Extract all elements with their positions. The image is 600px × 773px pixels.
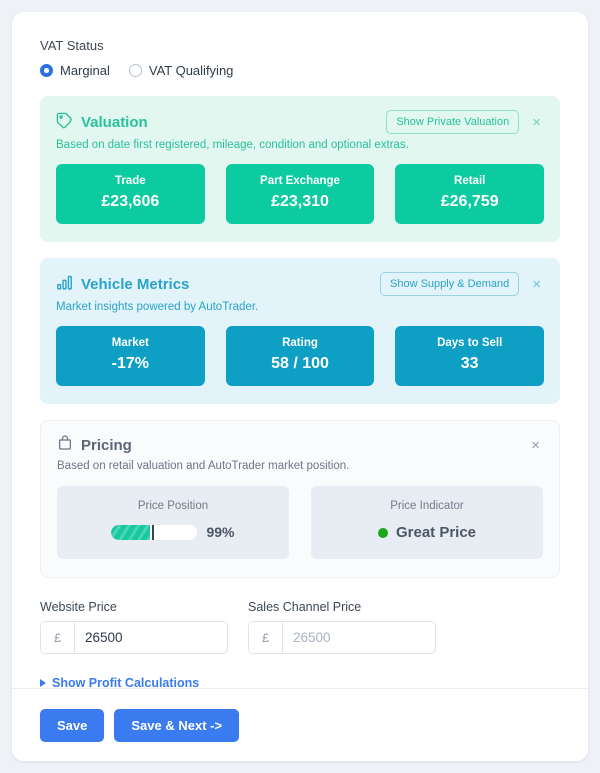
vehicle-metrics-subtitle: Market insights powered by AutoTrader. [56, 301, 259, 313]
show-supply-demand-button[interactable]: Show Supply & Demand [380, 272, 520, 296]
valuation-card-retail-label: Retail [454, 175, 486, 187]
valuation-close-icon[interactable]: × [529, 113, 544, 132]
valuation-cards: Trade £23,606 Part Exchange £23,310 Reta… [56, 164, 545, 224]
pricing-subtitle: Based on retail valuation and AutoTrader… [57, 460, 350, 472]
bar-chart-icon [56, 274, 73, 295]
price-position-percent: 99% [206, 524, 235, 540]
price-indicator-value: Great Price [395, 524, 477, 541]
price-indicator-box: Price Indicator Great Price [311, 486, 543, 559]
radio-marginal-label[interactable]: Marginal [60, 63, 110, 78]
bag-icon [57, 435, 73, 455]
vehicle-metrics-title: Vehicle Metrics [81, 275, 190, 293]
valuation-card-part-exchange: Part Exchange £23,310 [225, 164, 375, 224]
radio-marginal[interactable] [40, 64, 53, 77]
vat-status-label: VAT Status [40, 38, 104, 53]
price-indicator-dot-icon [377, 527, 388, 538]
metrics-card-days-to-sell-value: 33 [460, 355, 479, 372]
valuation-card-part-exchange-value: £23,310 [271, 193, 329, 210]
valuation-card-trade: Trade £23,606 [56, 164, 205, 224]
sales-channel-price-currency-icon: £ [249, 622, 283, 653]
valuation-panel: Valuation Show Private Valuation × Based… [40, 96, 560, 242]
metrics-card-rating-value: 58 / 100 [271, 355, 329, 372]
metrics-card-rating-label: Rating [282, 337, 318, 349]
valuation-header: Valuation Show Private Valuation × [56, 110, 544, 134]
website-price-field: Website Price £ [40, 600, 228, 654]
vehicle-metrics-cards: Market -17% Rating 58 / 100 Days to Sell… [56, 326, 545, 386]
pricing-close-icon[interactable]: × [528, 436, 543, 455]
vehicle-metrics-close-icon[interactable]: × [529, 275, 544, 294]
vehicle-metrics-header: Vehicle Metrics Show Supply & Demand × [56, 272, 544, 296]
price-inputs-row: Website Price £ Sales Channel Price £ [40, 600, 560, 654]
radio-vat-qualifying-label[interactable]: VAT Qualifying [149, 63, 234, 78]
valuation-card-retail: Retail £26,759 [395, 164, 545, 224]
sales-channel-price-input[interactable] [283, 622, 435, 653]
radio-vat-qualifying[interactable] [128, 64, 142, 77]
metrics-card-days-to-sell: Days to Sell 33 [395, 326, 545, 386]
price-position-gauge-wrap: 99% [67, 524, 279, 540]
sales-channel-price-field: Sales Channel Price £ [248, 600, 436, 654]
valuation-title: Valuation [81, 113, 148, 131]
sales-channel-price-label: Sales Channel Price [248, 600, 362, 614]
vat-status-radio-group: Marginal VAT Qualifying [40, 63, 560, 78]
metrics-card-market: Market -17% [56, 326, 205, 386]
vehicle-metrics-header-actions: Show Supply & Demand × [380, 272, 544, 296]
valuation-card-part-exchange-label: Part Exchange [260, 175, 340, 187]
save-button[interactable]: Save [40, 708, 105, 742]
website-price-input-group: £ [40, 621, 228, 654]
valuation-header-actions: Show Private Valuation × [386, 110, 544, 134]
metrics-card-days-to-sell-label: Days to Sell [437, 337, 503, 349]
pricing-title: Pricing [81, 436, 132, 454]
form-card: VAT Status Marginal VAT Qualifying Valua… [12, 12, 588, 761]
sales-channel-price-input-group: £ [248, 621, 436, 654]
price-indicator-label: Price Indicator [390, 500, 464, 512]
pricing-header: Pricing × [57, 435, 543, 455]
save-and-next-button[interactable]: Save & Next -> [114, 708, 240, 742]
valuation-card-trade-value: £23,606 [101, 193, 160, 210]
triangle-right-icon [40, 679, 46, 687]
valuation-subtitle: Based on date first registered, mileage,… [56, 139, 409, 151]
form-body: VAT Status Marginal VAT Qualifying Valua… [12, 12, 588, 690]
metrics-card-market-label: Market [111, 337, 149, 349]
metrics-card-market-value: -17% [111, 355, 150, 372]
valuation-card-trade-label: Trade [114, 175, 146, 187]
website-price-label: Website Price [40, 600, 117, 614]
show-private-valuation-button[interactable]: Show Private Valuation [386, 110, 520, 134]
valuation-title-group: Valuation [56, 112, 148, 133]
vehicle-metrics-panel: Vehicle Metrics Show Supply & Demand × M… [40, 258, 560, 404]
form-footer: Save Save & Next -> [12, 688, 588, 761]
price-position-gauge[interactable] [111, 524, 198, 540]
valuation-card-retail-value: £26,759 [440, 193, 499, 210]
price-position-box: Price Position 99% [57, 486, 289, 559]
pricing-panel: Pricing × Based on retail valuation and … [40, 420, 560, 578]
price-position-label: Price Position [137, 500, 209, 512]
pricing-header-actions: × [528, 436, 543, 455]
website-price-currency-icon: £ [41, 622, 75, 653]
pricing-boxes: Price Position 99% Price Indicator Great… [57, 486, 543, 559]
price-position-gauge-marker [151, 524, 154, 540]
vehicle-metrics-title-group: Vehicle Metrics [56, 274, 189, 295]
pricing-title-group: Pricing [57, 435, 132, 455]
price-position-gauge-fill [111, 524, 151, 540]
metrics-card-rating: Rating 58 / 100 [225, 326, 375, 386]
tag-icon [56, 112, 73, 133]
website-price-input[interactable] [75, 622, 227, 653]
price-indicator-line: Great Price [321, 524, 533, 541]
